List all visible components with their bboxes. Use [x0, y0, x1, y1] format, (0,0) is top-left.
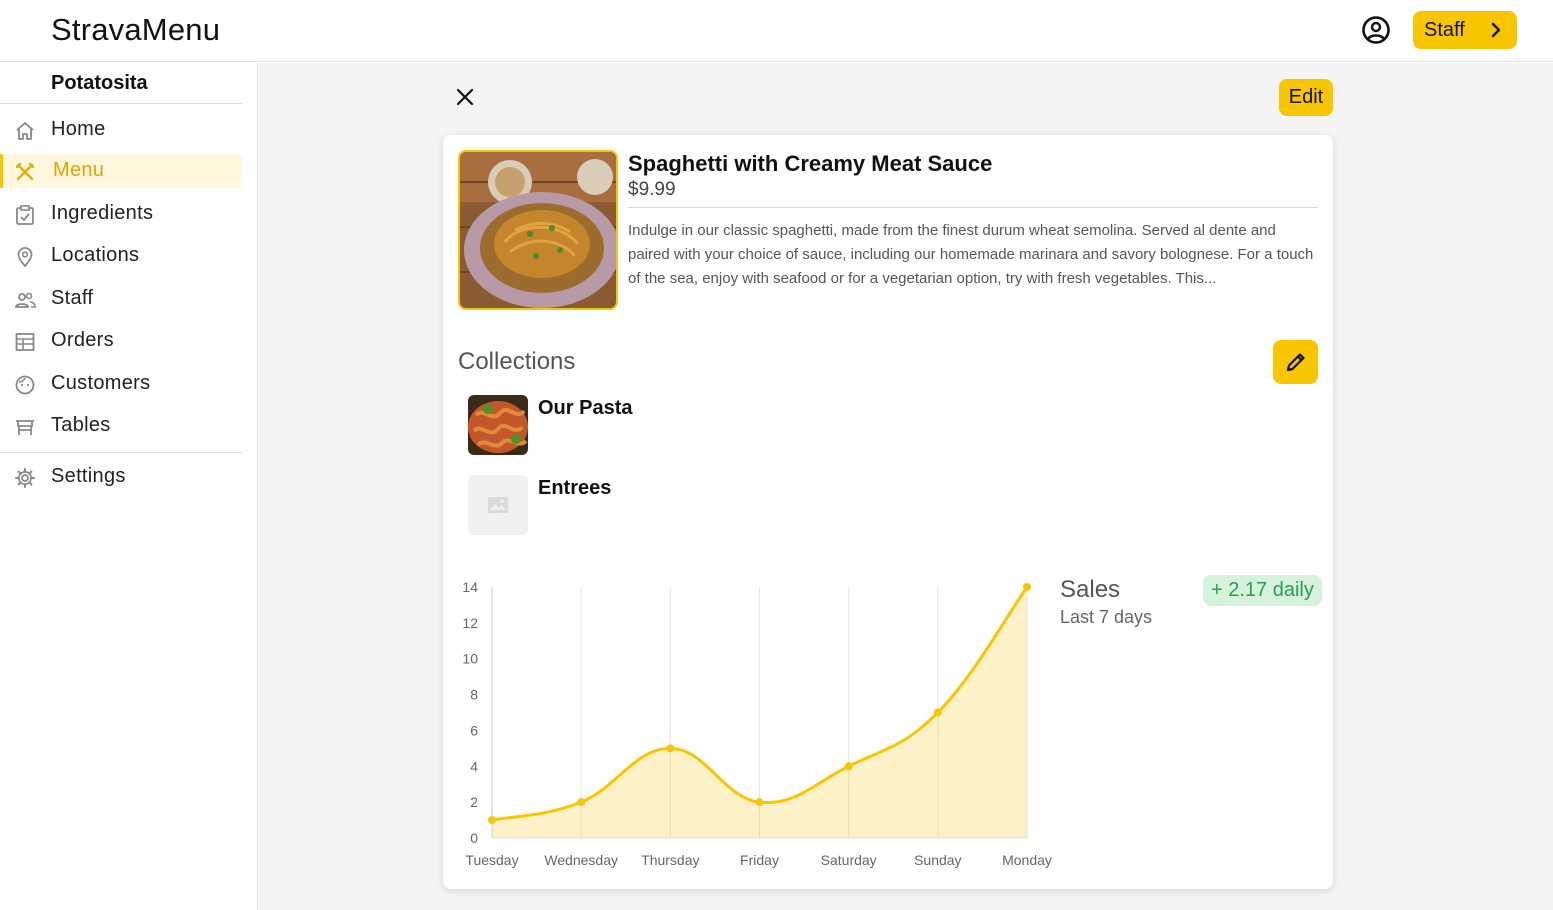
collection-thumbnail	[468, 475, 528, 535]
sales-trend-badge: + 2.17 daily	[1203, 575, 1322, 606]
chart-x-tick-label: Tuesday	[465, 852, 518, 868]
staff-button-label: Staff	[1424, 18, 1465, 41]
orders-icon	[15, 333, 35, 351]
chart-y-tick-label: 12	[462, 615, 478, 631]
collections-title: Collections	[458, 348, 576, 375]
collection-item-entrees[interactable]: Entrees	[468, 475, 868, 535]
utensils-icon	[15, 162, 35, 181]
sales-title: Sales	[1060, 576, 1121, 603]
image-placeholder-icon	[488, 497, 508, 513]
sidebar-item-staff[interactable]: Staff	[0, 282, 242, 316]
sidebar-item-tables[interactable]: Tables	[0, 409, 242, 443]
sidebar-item-label: Tables	[51, 414, 111, 436]
chart-y-tick-label: 0	[470, 830, 478, 846]
chart-y-tick-label: 2	[470, 794, 478, 810]
divider	[628, 207, 1318, 208]
sidebar-item-home[interactable]: Home	[0, 113, 242, 147]
location-pin-icon	[17, 247, 33, 268]
app-title: StravaMenu	[51, 12, 221, 47]
chart-x-tick-label: Thursday	[641, 852, 699, 868]
sidebar-divider	[0, 103, 242, 104]
chart-x-tick-label: Saturday	[821, 852, 877, 868]
restaurant-name: Potatosita	[51, 72, 148, 94]
edit-collections-button[interactable]	[1273, 340, 1318, 384]
dish-name: Spaghetti with Creamy Meat Sauce	[628, 151, 993, 176]
sidebar-item-label: Home	[51, 118, 106, 140]
chevron-right-icon	[1491, 22, 1501, 38]
top-bar: StravaMenu Staff	[0, 0, 1553, 62]
chart-data-point	[666, 744, 675, 753]
sidebar-item-label: Staff	[51, 287, 94, 309]
collection-name: Our Pasta	[538, 397, 633, 419]
chart-data-point	[577, 798, 586, 807]
dish-image	[458, 150, 618, 310]
sidebar-item-settings[interactable]: Settings	[0, 460, 242, 494]
account-circle-icon[interactable]	[1361, 15, 1391, 45]
chart-y-tick-label: 14	[462, 579, 478, 595]
sidebar-item-label: Settings	[51, 465, 126, 487]
chart-x-tick-label: Wednesday	[544, 852, 618, 868]
chart-data-point	[1023, 583, 1031, 591]
chart-y-tick-label: 10	[462, 651, 478, 667]
sidebar-item-ingredients[interactable]: Ingredients	[0, 197, 242, 231]
face-icon	[15, 375, 35, 395]
sidebar-item-orders[interactable]: Orders	[0, 324, 242, 358]
close-icon[interactable]	[454, 86, 476, 108]
chart-y-tick-label: 6	[470, 722, 478, 738]
collection-item-our-pasta[interactable]: Our Pasta	[468, 395, 868, 455]
people-icon	[15, 292, 36, 308]
dish-detail-card: Spaghetti with Creamy Meat Sauce $9.99 I…	[443, 135, 1333, 889]
chart-data-point	[933, 708, 942, 717]
chart-data-point	[755, 798, 764, 807]
staff-button[interactable]: Staff	[1413, 11, 1517, 49]
collection-name: Entrees	[538, 477, 612, 499]
chart-x-tick-label: Monday	[1002, 852, 1052, 868]
sidebar-item-label: Orders	[51, 329, 114, 351]
chart-y-tick-label: 4	[470, 758, 478, 774]
sidebar-item-label: Ingredients	[51, 202, 154, 224]
sales-chart: 0 2 4 6 8 10 12 14 Tuesday Wednesday Thursday Frida…	[462, 579, 1052, 868]
chart-y-tick-label: 8	[470, 687, 478, 703]
sidebar-item-label: Customers	[51, 372, 151, 394]
pencil-icon	[1286, 353, 1305, 372]
clipboard-check-icon	[16, 205, 34, 225]
sidebar-item-label: Locations	[51, 244, 140, 266]
collection-thumbnail	[468, 395, 528, 455]
sidebar-divider	[0, 452, 242, 453]
chart-x-tick-label: Sunday	[914, 852, 961, 868]
sidebar-item-label: Menu	[53, 159, 105, 181]
dish-description: Indulge in our classic spaghetti, made f…	[628, 222, 1314, 287]
chart-data-point	[488, 816, 496, 825]
chart-data-point	[844, 762, 853, 771]
dish-price: $9.99	[628, 179, 676, 200]
sidebar-item-customers[interactable]: Customers	[0, 367, 242, 401]
sidebar: Potatosita Home Menu Ingredients Locatio…	[0, 63, 258, 910]
table-icon	[16, 420, 34, 435]
gear-icon	[15, 468, 35, 488]
chart-x-tick-label: Friday	[740, 852, 779, 868]
dish-photo	[460, 152, 616, 308]
edit-button[interactable]: Edit	[1279, 79, 1333, 116]
sidebar-item-menu[interactable]: Menu	[0, 154, 242, 188]
home-icon	[16, 122, 34, 140]
sidebar-item-locations[interactable]: Locations	[0, 239, 242, 273]
sales-subtitle: Last 7 days	[1060, 607, 1153, 627]
